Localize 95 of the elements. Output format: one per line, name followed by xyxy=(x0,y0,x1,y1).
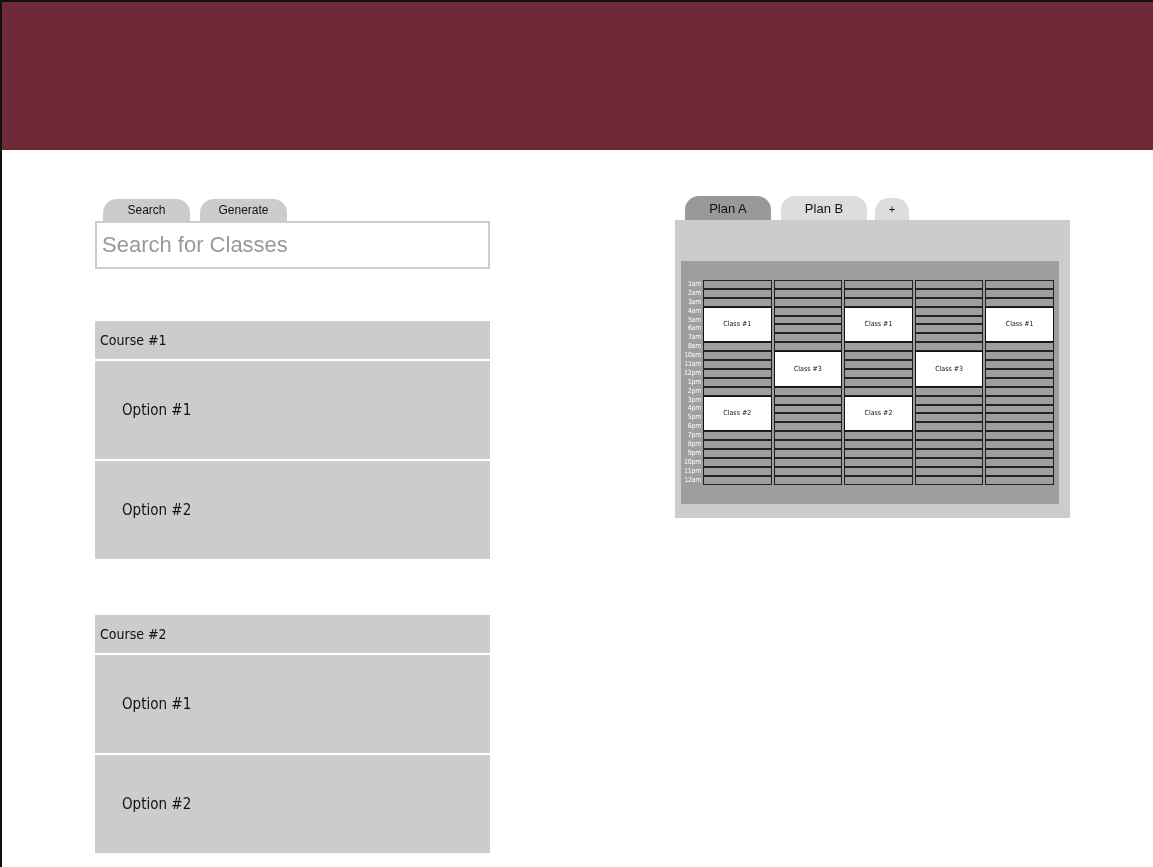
time-slot xyxy=(914,297,984,307)
time-slot xyxy=(773,342,843,352)
time-slot xyxy=(914,440,984,449)
time-slot xyxy=(914,324,984,334)
time-slot xyxy=(773,395,843,405)
time-slot xyxy=(703,431,772,441)
plan-tab[interactable]: Plan A xyxy=(685,196,771,220)
time-slot xyxy=(703,377,772,387)
time-slot xyxy=(844,377,913,387)
option-item[interactable]: Option #2 xyxy=(95,461,490,559)
time-slot xyxy=(844,440,913,449)
time-slot xyxy=(773,475,843,485)
course-header[interactable]: Course #1 xyxy=(95,321,490,359)
time-slot xyxy=(985,466,1054,476)
time-slot xyxy=(985,475,1054,485)
time-slot xyxy=(703,351,772,361)
time-slot xyxy=(703,457,772,467)
time-slot xyxy=(985,360,1054,369)
time-slot xyxy=(773,297,843,307)
tab[interactable]: Search xyxy=(103,199,190,221)
time-slot xyxy=(985,431,1054,441)
time-slot xyxy=(844,368,913,378)
time-slot xyxy=(773,333,843,343)
time-slot xyxy=(844,342,913,352)
time-slot xyxy=(985,386,1054,396)
time-slot xyxy=(985,377,1054,387)
option-item[interactable]: Option #2 xyxy=(95,755,490,853)
time-slot xyxy=(703,368,772,378)
plan-tab[interactable]: Plan B xyxy=(781,196,867,220)
time-slot xyxy=(914,288,984,298)
time-slot xyxy=(844,475,913,485)
time-slot xyxy=(773,306,843,316)
time-slot xyxy=(844,466,913,476)
time-slot xyxy=(985,422,1054,432)
time-slot xyxy=(703,440,772,449)
time-slot xyxy=(914,395,984,405)
time-slot xyxy=(703,360,772,369)
time-slot xyxy=(703,280,772,289)
time-slot xyxy=(773,386,843,396)
time-slot xyxy=(985,413,1054,423)
time-slot xyxy=(985,368,1054,378)
time-slot xyxy=(844,386,913,396)
time-slot xyxy=(914,333,984,343)
time-slot xyxy=(844,360,913,369)
time-slot xyxy=(914,342,984,352)
time-slot xyxy=(703,342,772,352)
time-slot xyxy=(914,422,984,432)
time-slot xyxy=(985,297,1054,307)
search-field[interactable]: Search for Classes xyxy=(95,221,490,269)
time-slot xyxy=(985,440,1054,449)
time-slot xyxy=(703,466,772,476)
time-slot xyxy=(914,466,984,476)
time-slot xyxy=(773,422,843,432)
time-slot xyxy=(914,457,984,467)
time-slot xyxy=(773,413,843,423)
time-slot xyxy=(985,448,1054,458)
time-slot xyxy=(844,351,913,361)
time-slot xyxy=(773,440,843,449)
time-slot xyxy=(773,457,843,467)
time-slot xyxy=(703,449,772,458)
time-slot xyxy=(914,413,984,423)
add-tab-button[interactable]: + xyxy=(875,198,909,220)
time-slot xyxy=(985,351,1054,361)
time-slot xyxy=(914,431,984,441)
time-slot xyxy=(773,280,843,289)
time-slot xyxy=(844,457,913,467)
time-slot xyxy=(773,448,843,458)
time-slot xyxy=(703,475,772,485)
time-slot xyxy=(773,466,843,476)
time-slot xyxy=(985,280,1054,289)
time-slot xyxy=(985,342,1054,352)
time-slot xyxy=(773,324,843,334)
time-slot xyxy=(844,449,913,458)
time-slot xyxy=(914,386,984,396)
time-slot xyxy=(844,297,913,307)
time-slot xyxy=(703,386,772,396)
time-slot xyxy=(985,457,1054,467)
time-slot xyxy=(914,306,984,316)
option-item[interactable]: Option #1 xyxy=(95,655,490,753)
time-slot xyxy=(703,288,772,298)
course-header[interactable]: Course #2 xyxy=(95,615,490,653)
time-slot xyxy=(914,448,984,458)
time-slot xyxy=(985,404,1054,414)
time-slot xyxy=(914,280,984,289)
time-slot xyxy=(985,395,1054,405)
time-slot xyxy=(773,431,843,441)
time-slot xyxy=(985,288,1054,298)
tab[interactable]: Generate xyxy=(200,199,287,221)
time-slot xyxy=(773,288,843,298)
time-slot xyxy=(844,288,913,298)
time-slot xyxy=(703,297,772,307)
time-slot xyxy=(844,280,913,289)
time-slot xyxy=(844,431,913,441)
option-item[interactable]: Option #1 xyxy=(95,361,490,459)
time-slot xyxy=(914,475,984,485)
